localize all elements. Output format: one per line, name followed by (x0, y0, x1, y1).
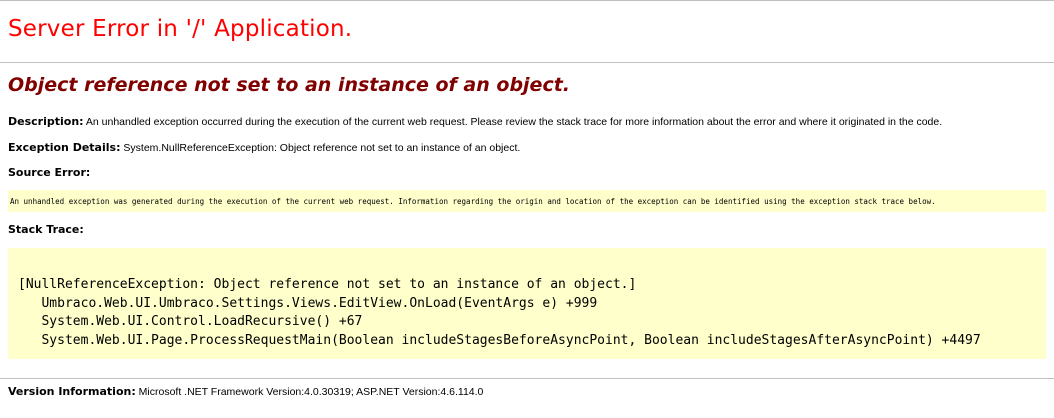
page-title: Server Error in '/' Application. (8, 16, 353, 42)
description-label: Description: (8, 115, 84, 128)
stack-trace-line: System.Web.UI.Page.ProcessRequestMain(Bo… (18, 332, 981, 348)
stack-trace-line: Umbraco.Web.UI.Umbraco.Settings.Views.Ed… (18, 295, 598, 311)
source-error-box: An unhandled exception was generated dur… (8, 190, 1046, 212)
title-divider (0, 62, 1054, 63)
error-message-heading: Object reference not set to an instance … (8, 74, 571, 96)
stack-trace-box: [NullReferenceException: Object referenc… (8, 248, 1046, 359)
description-text: An unhandled exception occurred during t… (85, 116, 943, 128)
exception-details-row: Exception Details: System.NullReferenceE… (8, 141, 520, 154)
version-info-row: Version Information: Microsoft .NET Fram… (8, 385, 483, 398)
exception-details-label: Exception Details: (8, 141, 121, 154)
version-info-label: Version Information: (8, 385, 136, 398)
stack-trace-label: Stack Trace: (8, 223, 84, 236)
source-error-label: Source Error: (8, 166, 91, 179)
stack-trace-line: System.Web.UI.Control.LoadRecursive() +6… (18, 314, 363, 329)
stack-trace-line: [NullReferenceException: Object referenc… (18, 277, 637, 292)
source-error-text: An unhandled exception was generated dur… (10, 197, 936, 206)
footer-divider (0, 378, 1054, 379)
exception-details-text: System.NullReferenceException: Object re… (123, 142, 521, 154)
top-divider (0, 0, 1054, 1)
description-row: Description: An unhandled exception occu… (8, 115, 942, 128)
version-info-text: Microsoft .NET Framework Version:4.0.303… (138, 386, 484, 398)
